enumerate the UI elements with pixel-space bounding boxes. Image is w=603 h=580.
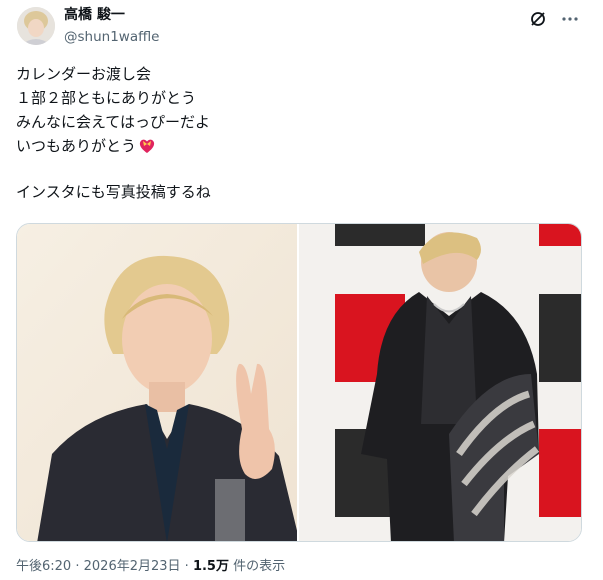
tweet-date[interactable]: 2026年2月23日 bbox=[84, 559, 181, 574]
handle[interactable]: @shun1waffle bbox=[64, 27, 159, 47]
text-line-2: １部２部ともにありがとう bbox=[16, 89, 197, 107]
author-block: 高橋 駿一 @shun1waffle bbox=[64, 6, 159, 47]
views-label: 件の表示 bbox=[233, 559, 286, 574]
meta-separator: · bbox=[184, 559, 189, 574]
more-icon[interactable] bbox=[559, 8, 581, 30]
heart-with-ribbon-emoji bbox=[139, 139, 155, 153]
photo-selfie[interactable] bbox=[17, 224, 299, 541]
text-blank-line bbox=[16, 159, 586, 181]
photo-standing[interactable] bbox=[299, 224, 581, 541]
tweet[interactable]: 高橋 駿一 @shun1waffle カレンダーお渡し会 １部２部ともにありがと… bbox=[0, 0, 603, 580]
tweet-actions-top bbox=[527, 8, 581, 30]
text-line-3: みんなに会えてはっぴーだよ bbox=[16, 113, 210, 131]
tweet-time[interactable]: 午後6:20 bbox=[16, 559, 71, 574]
tweet-text: カレンダーお渡し会 １部２部ともにありがとう みんなに会えてはっぴーだよ いつも… bbox=[16, 63, 586, 205]
avatar[interactable] bbox=[17, 7, 55, 45]
text-line-4-text: いつもありがとう bbox=[16, 137, 137, 155]
meta-separator: · bbox=[75, 559, 80, 574]
tweet-meta: 午後6:20 · 2026年2月23日 · 1.5万 件の表示 bbox=[16, 558, 285, 576]
views-count[interactable]: 1.5万 bbox=[193, 559, 229, 574]
text-line-4: いつもありがとう bbox=[16, 135, 586, 159]
display-name[interactable]: 高橋 駿一 bbox=[64, 6, 159, 24]
media-grid bbox=[16, 223, 582, 542]
text-line-6: インスタにも写真投稿するね bbox=[16, 183, 211, 201]
text-line-1: カレンダーお渡し会 bbox=[16, 65, 152, 83]
grok-icon[interactable] bbox=[527, 8, 549, 30]
